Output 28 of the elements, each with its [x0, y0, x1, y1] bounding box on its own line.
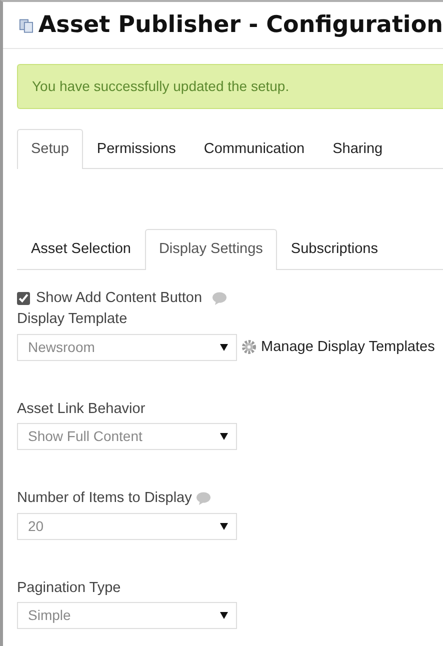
field-label: Display Template — [17, 311, 128, 329]
caret-icon — [220, 433, 228, 440]
help-icon[interactable] — [196, 492, 211, 506]
caret-icon — [220, 612, 228, 620]
tab[interactable]: Setup — [17, 128, 83, 170]
page-title: Asset Publisher - Configuration — [38, 12, 443, 40]
dropdown[interactable]: Show Full Content — [17, 423, 237, 450]
help-icon[interactable] — [212, 292, 228, 306]
tab[interactable]: Sharing — [318, 128, 397, 170]
tab[interactable]: Display Settings — [144, 229, 277, 270]
caret-icon — [220, 522, 228, 530]
checkbox[interactable] — [17, 292, 30, 306]
dropdown[interactable]: 20 — [17, 512, 237, 540]
gear-icon — [241, 339, 257, 356]
manage-templates-link[interactable]: Manage Display Templates — [261, 336, 435, 358]
dropdown[interactable]: Newsroom — [17, 334, 237, 361]
checkbox-label: Show Add Content Button — [36, 290, 202, 308]
tab[interactable]: Permissions — [82, 128, 190, 170]
tab[interactable]: Subscriptions — [276, 229, 392, 270]
field-label: Pagination Type — [17, 580, 121, 598]
tab[interactable]: Communication — [190, 128, 319, 170]
documents-icon — [19, 18, 34, 34]
success-alert: You have successfully updated the setup. — [17, 64, 443, 109]
dropdown[interactable]: Simple — [17, 602, 237, 630]
tab[interactable]: Asset Selection — [17, 229, 145, 270]
caret-icon — [220, 344, 228, 351]
field-label: Number of Items to Display — [17, 490, 192, 508]
field-label: Asset Link Behavior — [17, 400, 146, 418]
